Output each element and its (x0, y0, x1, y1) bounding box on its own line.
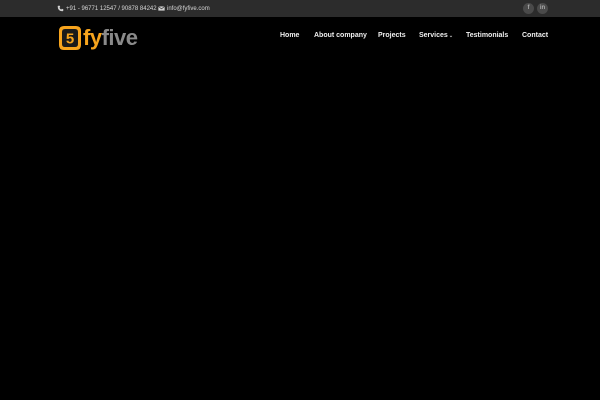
site-logo[interactable]: 5 fyfive (58, 23, 138, 53)
logo-text-fy: fy (83, 25, 102, 50)
main-content (0, 57, 600, 400)
phone-icon (57, 5, 64, 12)
top-bar: +91 - 96771 12547 / 90878 84242 info@fyf… (0, 0, 600, 17)
logo-wordmark: fyfive (83, 25, 138, 50)
mail-icon (158, 5, 165, 12)
nav-services-label: Services (419, 32, 448, 39)
chevron-down-icon: ⌄ (448, 33, 454, 39)
phone-contact[interactable]: +91 - 96771 12547 / 90878 84242 (57, 0, 157, 17)
linkedin-icon[interactable]: in (537, 3, 548, 14)
email-contact[interactable]: info@fyfive.com (158, 0, 210, 17)
logo-badge-number: 5 (66, 31, 74, 48)
facebook-icon[interactable]: f (523, 3, 534, 14)
nav-about-company[interactable]: About company (314, 30, 367, 42)
email-address: info@fyfive.com (167, 5, 210, 12)
nav-home[interactable]: Home (280, 30, 299, 42)
nav-services[interactable]: Services⌄ (419, 30, 453, 42)
phone-number: +91 - 96771 12547 / 90878 84242 (66, 5, 157, 12)
nav-testimonials[interactable]: Testimonials (466, 30, 508, 42)
nav-contact[interactable]: Contact (522, 30, 548, 42)
logo-badge-icon: 5 (59, 26, 81, 50)
logo-text-five: five (101, 25, 138, 50)
nav-projects[interactable]: Projects (378, 30, 406, 42)
